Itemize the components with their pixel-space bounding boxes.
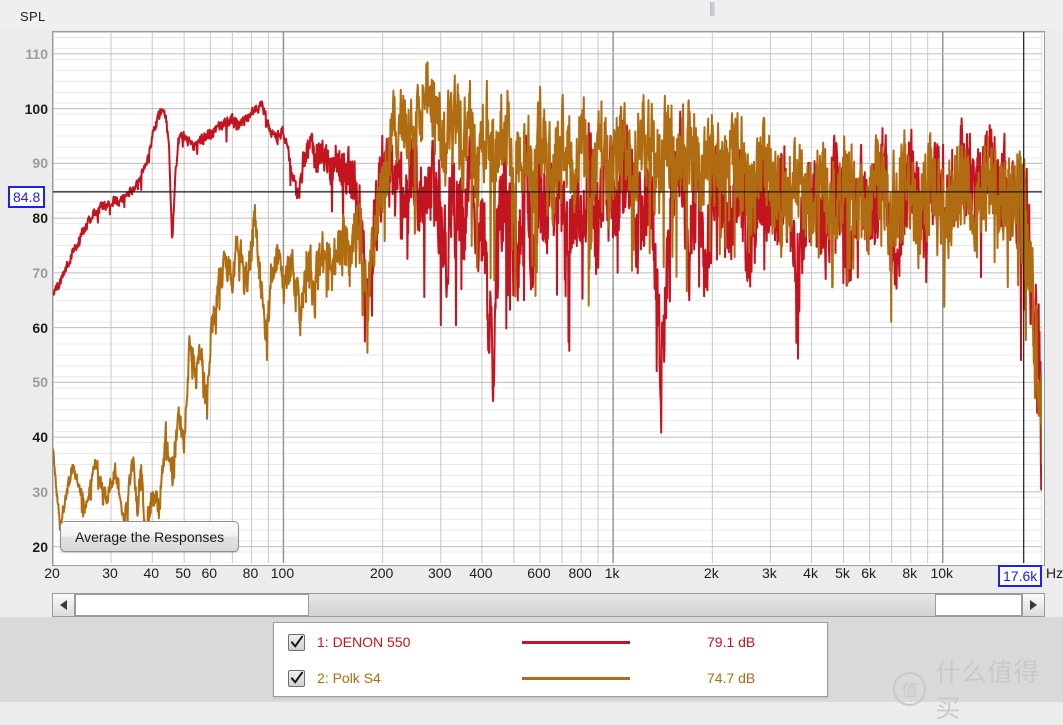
horizontal-scrollbar[interactable] bbox=[52, 593, 1045, 617]
x-axis-tick-label: 200 bbox=[369, 565, 394, 581]
legend-series-value: 79.1 dB bbox=[707, 634, 756, 650]
checkmark-icon bbox=[290, 670, 304, 684]
x-axis-tick-label: 40 bbox=[143, 565, 160, 581]
legend-series-label: 1: DENON 550 bbox=[317, 634, 411, 650]
spl-chart[interactable] bbox=[52, 31, 1045, 566]
legend-series-value: 74.7 dB bbox=[707, 670, 756, 686]
scrollbar-thumb[interactable] bbox=[75, 594, 309, 616]
average-responses-label: Average the Responses bbox=[75, 528, 225, 545]
x-axis-tick-label: 100 bbox=[270, 565, 295, 581]
y-axis: 110 100 90 80 70 60 50 40 30 20 bbox=[0, 31, 48, 564]
x-axis-tick-label: 4k bbox=[803, 565, 818, 581]
average-responses-button[interactable]: Average the Responses bbox=[60, 521, 240, 552]
x-axis-tick-label: 50 bbox=[175, 565, 191, 581]
x-axis-tick-label: 600 bbox=[527, 565, 551, 581]
scroll-left-button[interactable] bbox=[53, 594, 75, 616]
x-axis-tick-label: 3k bbox=[761, 565, 777, 581]
legend-color-swatch bbox=[517, 640, 635, 644]
triangle-left-icon bbox=[60, 600, 67, 610]
y-axis-tick-label: 110 bbox=[25, 45, 48, 62]
plot-area[interactable] bbox=[53, 32, 1044, 565]
legend-color-swatch bbox=[517, 676, 635, 680]
x-axis-tick-label: 1k bbox=[604, 565, 620, 581]
y-axis-tick-label: 60 bbox=[32, 319, 48, 336]
hz-axis-title: Hz bbox=[1046, 565, 1063, 581]
x-axis-tick-label: 20 bbox=[44, 565, 60, 581]
legend-visibility-checkbox[interactable] bbox=[288, 633, 305, 651]
y-axis-tick-label: 20 bbox=[32, 538, 48, 555]
x-axis-tick-label: 60 bbox=[201, 565, 218, 581]
y-axis-tick-label: 90 bbox=[32, 155, 48, 172]
legend-series-label: 2: Polk S4 bbox=[317, 670, 381, 686]
scrollbar-track[interactable] bbox=[75, 594, 1022, 616]
legend-row[interactable]: 1: DENON 550 79.1 dB bbox=[274, 624, 827, 660]
y-axis-tick-label: 80 bbox=[32, 210, 48, 227]
x-axis-tick-label: 80 bbox=[242, 565, 259, 581]
legend-panel[interactable]: 1: DENON 550 79.1 dB 2: Polk S4 74.7 dB bbox=[273, 622, 828, 697]
x-axis-tick-label: 400 bbox=[469, 565, 493, 581]
scroll-right-button[interactable] bbox=[1022, 594, 1044, 616]
x-axis-tick-label: 300 bbox=[428, 565, 452, 581]
x-axis-tick-label: 2k bbox=[703, 565, 719, 581]
x-axis-tick-label: 800 bbox=[568, 565, 592, 581]
y-axis-tick-label: 70 bbox=[32, 264, 48, 281]
y-axis-tick-label: 50 bbox=[32, 374, 48, 391]
spl-cursor-readout[interactable]: 84.8 bbox=[8, 186, 46, 208]
watermark-text: 什么值得买 bbox=[935, 659, 1040, 723]
y-axis-tick-label: 100 bbox=[24, 100, 48, 117]
x-axis-tick-label: 6k bbox=[861, 565, 877, 581]
legend-row[interactable]: 2: Polk S4 74.7 dB bbox=[274, 660, 827, 696]
watermark: 值 什么值得买 bbox=[893, 653, 1063, 725]
watermark-logo-icon: 值 bbox=[893, 672, 927, 706]
y-axis-tick-label: 40 bbox=[32, 429, 48, 446]
top-strip bbox=[0, 0, 1063, 30]
scrollbar-thumb-secondary[interactable] bbox=[934, 594, 1022, 616]
triangle-right-icon bbox=[1030, 600, 1037, 610]
legend-visibility-checkbox[interactable] bbox=[288, 669, 305, 687]
x-axis-tick-label: 30 bbox=[102, 565, 118, 581]
frequency-cursor-readout[interactable]: 17.6k bbox=[998, 565, 1043, 587]
spl-axis-title: SPL bbox=[20, 9, 46, 24]
x-axis-tick-label: 8k bbox=[902, 565, 918, 581]
checkmark-icon bbox=[290, 634, 304, 648]
x-axis: Hz 20 30 40 50 60 80 100 200 300 400 600 800 1k 2k 3k 4… bbox=[0, 565, 1063, 589]
x-axis-tick-label: 10k bbox=[930, 565, 954, 581]
window-edge-nub bbox=[710, 2, 715, 16]
y-axis-tick-label: 30 bbox=[32, 483, 48, 500]
x-axis-tick-label: 5k bbox=[835, 565, 850, 581]
